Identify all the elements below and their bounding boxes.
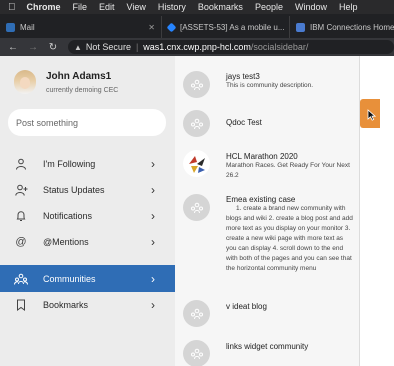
chevron-right-icon: › [151,208,155,223]
menu-people[interactable]: People [255,2,283,12]
menu-bookmarks[interactable]: Bookmarks [198,2,243,12]
jira-favicon-icon [166,22,177,32]
nav-item-status-updates[interactable]: Status Updates › [0,176,175,203]
nav-label: @Mentions [43,236,89,247]
nav-item-notifications[interactable]: Notifications › [0,202,175,229]
community-icon [183,340,210,366]
bookmark-icon [14,298,28,312]
social-sidebar: John Adams1 currently demoing CEC Post s… [0,56,175,366]
nav-item-mentions[interactable]: @ @Mentions › [0,228,175,255]
user-status: currently demoing CEC [46,87,119,94]
info-icon[interactable]: ▲ [74,43,82,52]
community-icon [183,300,210,327]
bell-icon [14,209,28,223]
tab-title: [ASSETS-53] As a mobile u... [180,22,285,32]
community-title[interactable]: HCL Marathon 2020 [226,152,298,161]
chevron-right-icon: › [151,271,155,286]
apple-logo-icon[interactable]:  [8,2,16,13]
browser-tab-connections[interactable]: IBM Connections Home Pa... [290,16,394,38]
nav-label: Communities [43,273,96,284]
at-icon: @ [15,235,27,248]
nav-label: Notifications [43,210,93,221]
security-status: Not Secure [85,42,131,52]
community-title[interactable]: jays test3 [226,72,260,81]
reload-icon[interactable]: ↻ [46,42,60,53]
url-host: was1.cnx.cwp.pnp-hcl.com [143,42,251,52]
nav-label: I'm Following [43,158,96,169]
connections-favicon-icon [296,22,305,32]
menu-chrome[interactable]: Chrome [27,2,61,12]
chevron-right-icon: › [151,234,155,249]
nav-item-following[interactable]: I'm Following › [0,150,175,177]
tab-title: Mail [20,22,35,32]
nav-label: Status Updates [43,184,105,195]
menu-edit[interactable]: Edit [99,2,115,12]
browser-tab-assets[interactable]: [ASSETS-53] As a mobile u... ✕ [162,16,290,38]
avatar[interactable] [14,70,36,94]
menu-help[interactable]: Help [339,2,358,12]
community-icon [183,110,210,137]
forward-arrow-icon[interactable]: → [26,42,40,53]
address-separator: | [135,42,139,52]
nav-item-communities[interactable]: Communities › [0,265,175,292]
tab-title: IBM Connections Home Pa... [310,22,394,32]
person-add-icon [14,183,28,197]
menu-window[interactable]: Window [295,2,327,12]
community-title[interactable]: Emea existing case [226,195,295,204]
tab-close-icon[interactable]: ✕ [142,23,155,32]
communities-panel: jays test3 This is community description… [175,56,360,366]
mac-menu-bar:  Chrome File Edit View History Bookmark… [0,0,394,14]
nav-label: Bookmarks [43,299,89,310]
community-title[interactable]: v ideat blog [226,302,267,311]
browser-tab-strip: Mail ✕ [ASSETS-53] As a mobile u... ✕ IB… [0,14,394,38]
community-title[interactable]: links widget community [226,342,308,351]
community-description: 1. create a brand new community with blo… [226,205,353,272]
back-arrow-icon[interactable]: ← [6,42,20,53]
community-icon [183,71,210,98]
mail-favicon-icon [6,22,15,32]
chevron-right-icon: › [151,297,155,312]
community-title[interactable]: Qdoc Test [226,118,262,127]
nav-item-bookmarks[interactable]: Bookmarks › [0,291,175,318]
user-profile[interactable]: John Adams1 currently demoing CEC [0,56,175,102]
post-something-input[interactable]: Post something [8,109,166,136]
marathon-logo-icon [183,150,210,177]
community-description: Marathon Races. Get Ready For Your Next … [226,162,350,179]
menu-file[interactable]: File [73,2,88,12]
chevron-right-icon: › [151,156,155,171]
menu-history[interactable]: History [158,2,186,12]
browser-tab-mail[interactable]: Mail ✕ [0,16,162,38]
url-path: /socialsidebar/ [250,42,309,52]
person-icon [14,157,28,171]
chevron-right-icon: › [151,182,155,197]
menu-view[interactable]: View [127,2,146,12]
mouse-pointer-icon [367,108,377,126]
communities-icon [14,272,28,286]
community-description: This is community description. [226,82,314,89]
browser-toolbar: ← → ↻ ▲ Not Secure | was1.cnx.cwp.pnp-hc… [0,38,394,56]
user-name: John Adams1 [46,71,112,82]
community-icon [183,194,210,221]
address-bar[interactable]: ▲ Not Secure | was1.cnx.cwp.pnp-hcl.com … [68,40,394,54]
